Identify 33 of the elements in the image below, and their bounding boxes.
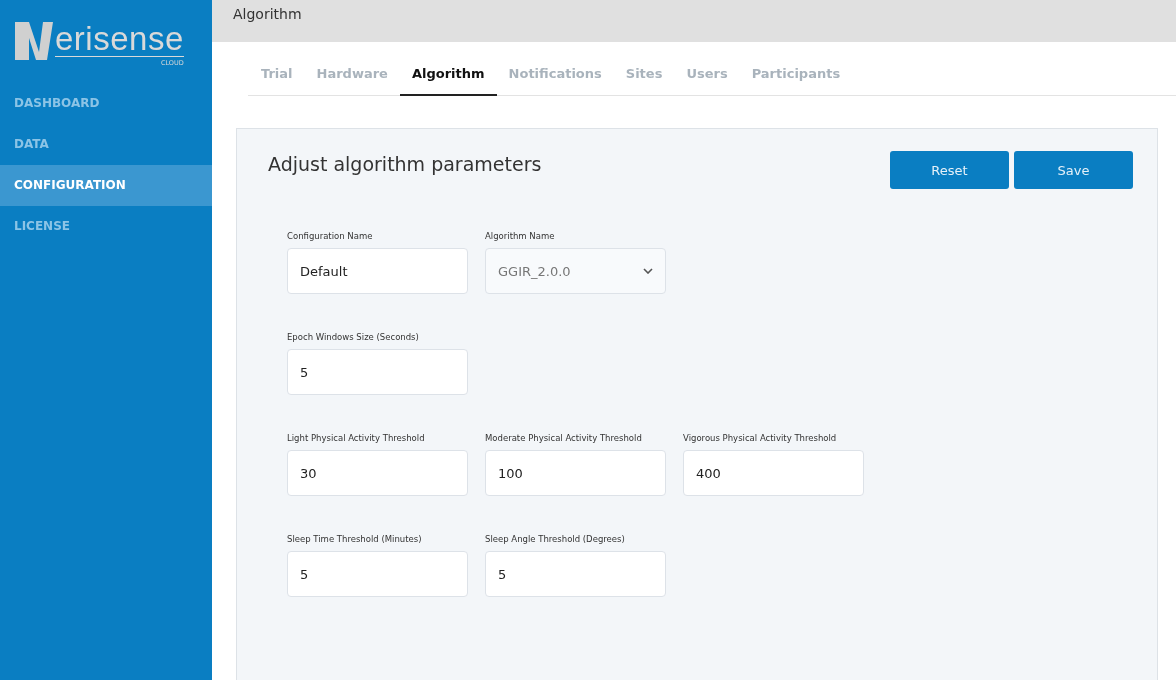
tab[interactable]: Users [674, 55, 740, 96]
tab[interactable]: Participants [739, 55, 853, 96]
select-field[interactable]: GGIR_2.0.0 [485, 248, 666, 294]
sidebar-item[interactable]: CONFIGURATION [0, 165, 212, 206]
input-field[interactable]: 30 [287, 450, 468, 496]
field-label: Moderate Physical Activity Threshold [485, 433, 643, 443]
card-title: Adjust algorithm parameters [268, 153, 542, 175]
field-label: Epoch Windows Size (Seconds) [287, 332, 420, 342]
sidebar-item[interactable]: DASHBOARD [0, 83, 212, 124]
page-title: Algorithm [232, 5, 302, 22]
field-label: Vigorous Physical Activity Threshold [683, 433, 838, 443]
tab[interactable]: Notifications [496, 55, 614, 96]
logo-wordmark: erisense [55, 22, 184, 57]
action-button[interactable]: Save [1014, 151, 1133, 189]
input-field[interactable]: 5 [287, 349, 468, 395]
field-label: Sleep Time Threshold (Minutes) [287, 534, 423, 544]
sidebar-item[interactable]: LICENSE [0, 206, 212, 247]
tab[interactable]: Sites [613, 55, 675, 96]
input-field[interactable]: Default [287, 248, 468, 294]
input-field[interactable]: 400 [683, 450, 864, 496]
sidebar-item[interactable]: DATA [0, 124, 212, 165]
input-field[interactable]: 5 [287, 551, 468, 597]
field-label: Algorithm Name [485, 231, 556, 241]
field-label: Sleep Angle Threshold (Degrees) [485, 534, 626, 544]
tab[interactable]: Hardware [304, 55, 400, 96]
field-label: Light Physical Activity Threshold [287, 433, 426, 443]
tab[interactable]: Trial [249, 55, 305, 96]
input-field[interactable]: 100 [485, 450, 666, 496]
tab[interactable]: Algorithm [399, 55, 497, 96]
chevron-down-icon [643, 268, 653, 274]
action-button[interactable]: Reset [890, 151, 1009, 189]
field-label: Configuration Name [287, 231, 374, 241]
input-field[interactable]: 5 [485, 551, 666, 597]
